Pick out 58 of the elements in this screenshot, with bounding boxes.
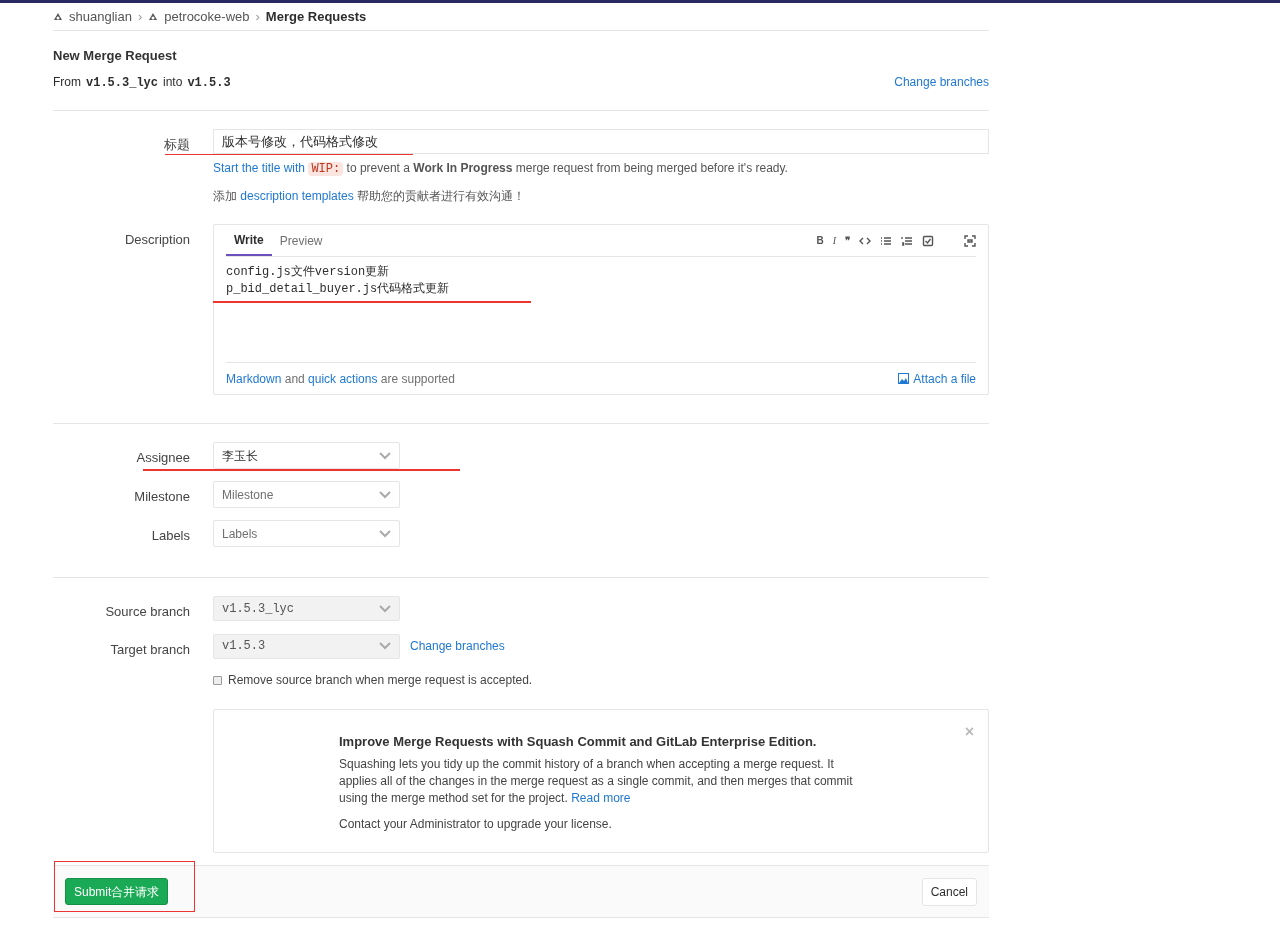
field-label: Assignee bbox=[136, 450, 190, 465]
promo-contact: Contact your Administrator to upgrade your license. bbox=[339, 815, 613, 833]
branch-dropdown[interactable]: v1.5.3_lyc bbox=[213, 596, 400, 621]
change-branches-link[interactable]: Change branches bbox=[410, 637, 505, 655]
breadcrumb-link[interactable]: shuanglian bbox=[69, 6, 132, 27]
checkbox-icon[interactable] bbox=[922, 234, 934, 247]
description-textarea[interactable]: config.js文件version更新 p_bid_detail_buyer.js代码格式更新 bbox=[226, 257, 976, 362]
field-label: Target branch bbox=[110, 641, 190, 657]
page-title: New Merge Request bbox=[53, 47, 178, 65]
title-input[interactable]: 版本号修改，代码格式修改 bbox=[213, 129, 989, 154]
image-icon bbox=[898, 373, 910, 384]
into-label: into bbox=[163, 73, 183, 91]
promo-title: Improve Merge Requests with Squash Commit and GitLab Enterprise Edition. bbox=[339, 733, 818, 751]
field-label: 标题 bbox=[164, 136, 190, 152]
checkbox-label: Remove source branch when merge request is accepted. bbox=[228, 672, 533, 689]
quote-button[interactable]: ❞ bbox=[845, 233, 850, 248]
chevron-down-icon bbox=[379, 490, 391, 499]
breadcrumb-link[interactable]: Merge Requests bbox=[265, 6, 367, 27]
wip-link[interactable]: Start the title with bbox=[213, 161, 306, 175]
field-label: Milestone bbox=[134, 489, 190, 504]
bold-button[interactable]: B bbox=[816, 233, 824, 248]
fullscreen-icon[interactable] bbox=[964, 234, 976, 247]
breadcrumb-separator: › bbox=[255, 7, 260, 26]
dropdown[interactable]: Milestone bbox=[213, 481, 400, 508]
cancel-button[interactable]: Cancel bbox=[921, 877, 977, 906]
field-label: Labels bbox=[151, 528, 190, 543]
chevron-down-icon bbox=[379, 529, 391, 538]
read-more-link[interactable]: Read more bbox=[571, 790, 631, 805]
dropdown[interactable]: 李玉长 bbox=[213, 442, 400, 469]
description-templates-link[interactable]: description templates bbox=[240, 189, 354, 203]
chevron-down-icon bbox=[379, 642, 391, 650]
breadcrumb-link[interactable]: petrocoke-web bbox=[164, 6, 250, 27]
description-line: config.js文件version更新 bbox=[226, 264, 390, 281]
source-branch-name: v1.5.3_lyc bbox=[86, 74, 158, 92]
branch-dropdown[interactable]: v1.5.3 bbox=[213, 633, 400, 659]
quick-actions-link[interactable]: quick actions bbox=[308, 371, 378, 386]
from-label: From bbox=[53, 73, 81, 91]
chevron-down-icon bbox=[379, 604, 391, 613]
markdown-link[interactable]: Markdown bbox=[226, 371, 282, 386]
field-label: Description bbox=[124, 232, 190, 247]
templates-hint: 添加 description templates 帮助您的贡献者进行有效沟通！ bbox=[213, 188, 527, 205]
editor-tab[interactable]: Write bbox=[226, 225, 272, 256]
checkbox[interactable] bbox=[213, 675, 222, 685]
dropdown[interactable]: Labels bbox=[213, 520, 400, 547]
bullet-list-icon[interactable] bbox=[880, 234, 892, 247]
description-line: p_bid_detail_buyer.js代码格式更新 bbox=[226, 281, 450, 298]
numbered-list-icon[interactable] bbox=[901, 234, 913, 247]
field-label: Source branch bbox=[105, 604, 190, 619]
editor-tab[interactable]: Preview bbox=[271, 225, 331, 256]
breadcrumb-separator: › bbox=[137, 7, 143, 26]
attach-file-link[interactable]: Attach a file bbox=[898, 369, 976, 388]
markdown-hint: Markdown and quick actions are supported bbox=[226, 370, 455, 388]
change-branches-link[interactable]: Change branches bbox=[894, 73, 989, 91]
target-branch-name: v1.5.3 bbox=[187, 74, 231, 92]
italic-button[interactable]: I bbox=[832, 233, 836, 248]
promo-body: Squashing lets you tidy up the commit history of a branch when accepting a merge request. It applies all of the changes in the merge request as a single commit, and then merges that commit using the merge method set for the project. Read more bbox=[339, 755, 854, 807]
wip-hint: Start the title with WIP: to prevent a Work In Progress merge request from being merged before it's ready. bbox=[213, 160, 789, 178]
chevron-down-icon bbox=[379, 451, 391, 460]
